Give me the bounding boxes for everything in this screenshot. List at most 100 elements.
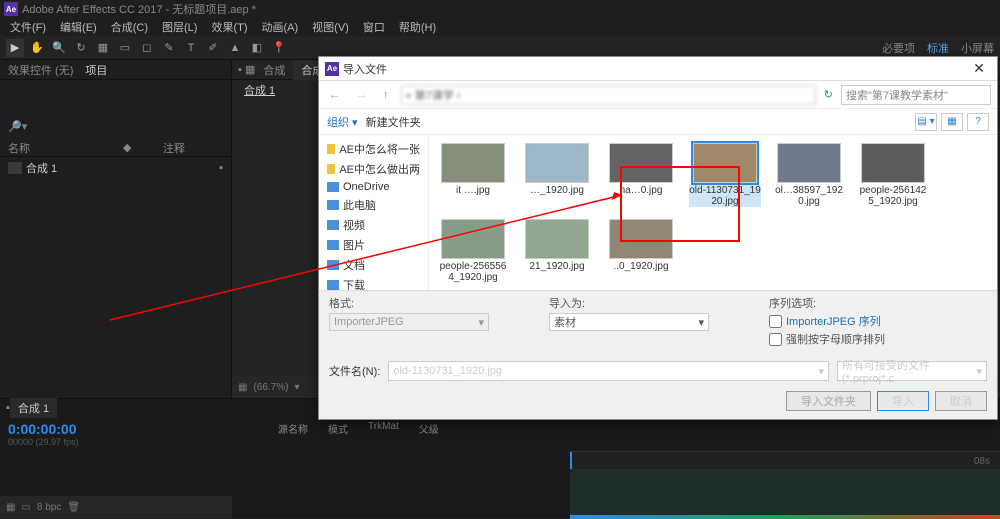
menu-help[interactable]: 帮助(H) [393,17,442,37]
filename-label: 文件名(N): [329,363,380,379]
import-button[interactable]: 导入 [877,391,929,411]
file-name: na…0.jpg [620,185,663,196]
comp-sub-tab[interactable]: 合成 1 [238,83,281,99]
nav-search-placeholder: 搜索"第7课教学素材" [846,87,948,103]
sidebar-item[interactable]: 此电脑 [319,195,428,215]
zoom-tool[interactable]: 🔍 [50,39,68,57]
location-icon [327,220,339,230]
menu-edit[interactable]: 编辑(E) [54,17,103,37]
cancel-button[interactable]: 取消 [935,391,987,411]
col-type-icon[interactable]: ◆ [123,141,163,154]
bpc-label[interactable]: 8 bpc [37,502,61,513]
workspace-standard[interactable]: 标准 [927,40,949,56]
file-filter-select[interactable]: 所有可接受的文件 (*.prproj*.c ▾ [837,361,987,381]
dialog-app-icon: Ae [325,62,339,76]
timeline-tab[interactable]: 合成 1 [10,398,57,418]
workspace-essentials[interactable]: 必要项 [882,40,915,56]
sidebar-item-label: OneDrive [343,181,389,193]
tl-col-mode[interactable]: 模式 [328,421,348,447]
menu-view[interactable]: 视图(V) [306,17,355,37]
col-comment[interactable]: 注释 [163,140,223,156]
seq-checkbox[interactable]: ImporterJPEG 序列 [769,313,885,329]
camera-tool[interactable]: ▦ [94,39,112,57]
timecode[interactable]: 0:00:00:00 [8,421,262,437]
import-file-dialog: Ae 导入文件 ✕ ← → ↑ « 第7课学 › ↻ 搜索"第7课教学素材" 组… [318,56,998,420]
shape-tool[interactable]: ◻ [138,39,156,57]
view-thumbs-icon[interactable]: ▤ ▾ [915,113,937,131]
sidebar-item[interactable]: OneDrive [319,179,428,195]
type-tool[interactable]: T [182,39,200,57]
new-folder-button[interactable]: 新建文件夹 [366,114,421,130]
file-item[interactable]: ol…38597_1920.jpg [773,143,845,207]
file-item[interactable]: old-1130731_1920.jpg [689,143,761,207]
sidebar-item[interactable]: AE中怎么做出两 [319,159,428,179]
tl-col-parent[interactable]: 父级 [419,421,439,447]
file-thumbnail [441,143,505,183]
project-item[interactable]: 合成 1 ▪ [0,157,231,179]
panel-tab-project[interactable]: 项目 [85,62,107,78]
tl-col-trkmat[interactable]: TrkMat [368,421,399,447]
zoom-readout[interactable]: (66.7%) [253,382,288,393]
menu-window[interactable]: 窗口 [357,17,391,37]
playhead[interactable] [570,452,572,469]
timeline-track-area[interactable] [570,469,1000,519]
file-thumbnail [609,219,673,259]
new-folder-icon[interactable]: ▭ [21,502,30,513]
panel-tab-effect-controls[interactable]: 效果控件 (无) [8,62,73,78]
pen-tool[interactable]: ✎ [160,39,178,57]
menu-animation[interactable]: 动画(A) [256,17,305,37]
file-name: ..0_1920.jpg [613,261,668,272]
menu-layer[interactable]: 图层(L) [156,17,203,37]
tl-col-source[interactable]: 源名称 [278,421,308,447]
sidebar-item[interactable]: 下载 [319,275,428,290]
eraser-tool[interactable]: ◧ [248,39,266,57]
workspace-small[interactable]: 小屏幕 [961,40,994,56]
layer-icon[interactable]: ▪ ▦ [238,63,255,76]
file-item[interactable]: 21_1920.jpg [521,219,593,283]
file-thumbnail [693,143,757,183]
sidebar-item[interactable]: AE中怎么将一张 [319,139,428,159]
puppet-tool[interactable]: 📍 [270,39,288,57]
hand-tool[interactable]: ✋ [28,39,46,57]
file-item[interactable]: people-2561425_1920.jpg [857,143,929,207]
col-name[interactable]: 名称 [8,140,123,156]
viewer-mag-icon[interactable]: ▦ [238,382,247,393]
organize-button[interactable]: 组织 ▾ [327,114,358,130]
import-as-select[interactable]: 素材▾ [549,313,709,331]
help-icon[interactable]: ? [967,113,989,131]
menu-effect[interactable]: 效果(T) [205,17,253,37]
clone-tool[interactable]: ▲ [226,39,244,57]
sidebar-item[interactable]: 视频 [319,215,428,235]
menu-file[interactable]: 文件(F) [4,17,52,37]
sidebar-item-label: 图片 [343,237,365,253]
nav-up-icon[interactable]: ↑ [379,89,393,101]
delete-icon[interactable]: 🗑 [67,502,80,513]
pan-behind-tool[interactable]: ▭ [116,39,134,57]
timeline-ruler[interactable]: 08s [570,451,1000,469]
nav-refresh-icon[interactable]: ↻ [824,88,833,101]
sidebar-item[interactable]: 图片 [319,235,428,255]
view-list-icon[interactable]: ▦ [941,113,963,131]
search-icon[interactable]: 🔎▾ [8,120,27,133]
close-icon[interactable]: ✕ [967,60,991,77]
new-comp-icon[interactable]: ▦ [6,502,15,513]
file-item[interactable]: …_1920.jpg [521,143,593,207]
nav-path[interactable]: « 第7课学 › [401,85,816,105]
menu-composition[interactable]: 合成(C) [105,17,154,37]
sidebar-item-label: 此电脑 [343,197,376,213]
brush-tool[interactable]: ✐ [204,39,222,57]
sidebar-item[interactable]: 文档 [319,255,428,275]
nav-search[interactable]: 搜索"第7课教学素材" [841,85,991,105]
filename-input[interactable]: old-1130731_1920.jpg▾ [388,361,829,381]
file-item[interactable]: it ….jpg [437,143,509,207]
file-item[interactable]: people-2565564_1920.jpg [437,219,509,283]
nav-back-icon[interactable]: ← [325,89,344,101]
rotate-tool[interactable]: ↻ [72,39,90,57]
import-folder-button[interactable]: 导入文件夹 [786,391,871,411]
file-item[interactable]: ..0_1920.jpg [605,219,677,283]
nav-fwd-icon[interactable]: → [352,89,371,101]
selection-tool[interactable]: ▶ [6,39,24,57]
file-item[interactable]: na…0.jpg [605,143,677,207]
sidebar-item-label: 下载 [343,277,365,290]
force-alpha-checkbox[interactable]: 强制按字母顺序排列 [769,331,885,347]
